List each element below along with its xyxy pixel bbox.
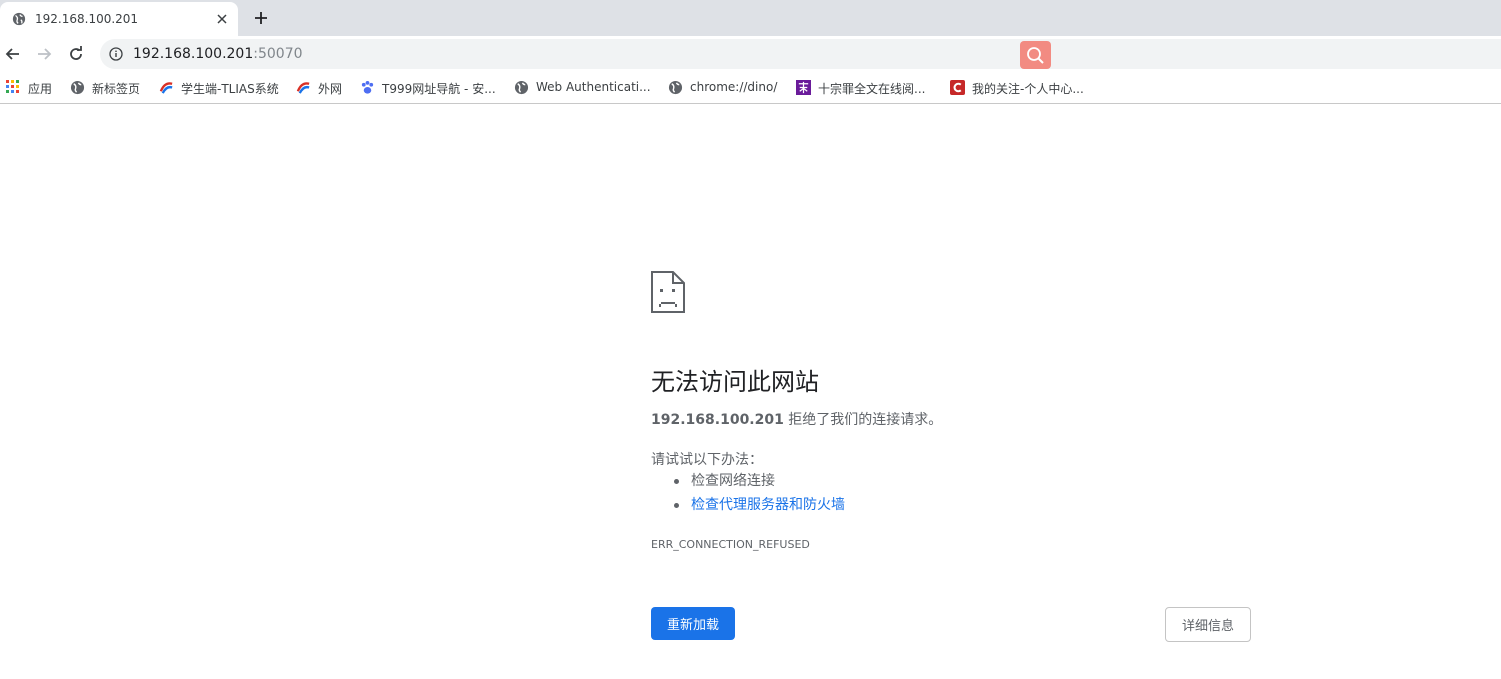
red-c-icon <box>950 80 965 95</box>
globe-icon <box>668 80 683 95</box>
tlias-logo-icon <box>296 82 310 94</box>
plus-icon[interactable] <box>252 9 270 27</box>
info-icon[interactable] <box>109 47 123 61</box>
url-text[interactable]: 192.168.100.201:50070 <box>133 46 303 62</box>
suggestion-text: 检查网络连接 <box>691 473 775 489</box>
address-bar[interactable]: 192.168.100.201:50070 <box>100 39 1501 69</box>
error-description: 192.168.100.201 拒绝了我们的连接请求。 <box>651 409 942 429</box>
details-button[interactable]: 详细信息 <box>1165 607 1251 642</box>
browser-tab[interactable]: 192.168.100.201 <box>0 2 238 36</box>
page-title: 无法访问此网站 <box>651 368 819 396</box>
suggestions-list: 检查网络连接 检查代理服务器和防火墙 <box>674 471 845 519</box>
search-extension-button[interactable] <box>1020 41 1051 69</box>
bookmark-label: 我的关注-个人中心... <box>972 82 1084 96</box>
purple-book-icon <box>796 80 811 95</box>
toolbar: 192.168.100.201:50070 <box>0 36 1501 72</box>
bookmark-label: 外网 <box>318 82 343 96</box>
bookmark-label: 应用 <box>28 82 53 96</box>
apps-grid-icon <box>6 80 19 93</box>
bookmark-label: 学生端-TLIAS系统 <box>181 82 279 96</box>
url-port: :50070 <box>253 46 303 62</box>
sad-page-icon <box>651 271 685 313</box>
bookmark-label: Web Authenticati... <box>536 80 651 94</box>
back-arrow-icon[interactable] <box>3 44 23 64</box>
globe-icon <box>70 80 85 95</box>
bookmark-label: 十宗罪全文在线阅... <box>818 82 926 96</box>
tlias-logo-icon <box>159 82 173 94</box>
close-icon[interactable] <box>214 11 230 27</box>
bookmark-label: chrome://dino/ <box>690 80 778 94</box>
error-host: 192.168.100.201 <box>651 412 784 428</box>
tab-strip: 192.168.100.201 <box>0 0 1501 36</box>
bookmark-label: 新标签页 <box>92 82 141 96</box>
error-desc-suffix: 拒绝了我们的连接请求。 <box>783 412 943 428</box>
globe-icon <box>12 12 26 26</box>
url-host: 192.168.100.201 <box>133 46 254 62</box>
suggestion-check-proxy[interactable]: 检查代理服务器和防火墙 <box>674 495 845 519</box>
bookmark-label: T999网址导航 - 安... <box>382 82 496 96</box>
forward-arrow-icon[interactable] <box>34 44 54 64</box>
search-icon <box>1027 47 1044 64</box>
suggestion-check-network: 检查网络连接 <box>674 471 845 495</box>
globe-icon <box>514 80 529 95</box>
paw-icon <box>361 80 374 94</box>
bookmarks-bar: 应用 新标签页 学生端-TLIAS系统 外网 T999网址导航 - 安... W… <box>0 72 1501 104</box>
suggestion-link[interactable]: 检查代理服务器和防火墙 <box>691 497 845 513</box>
error-code: ERR_CONNECTION_REFUSED <box>651 538 810 551</box>
reload-icon[interactable] <box>66 44 86 64</box>
tab-title: 192.168.100.201 <box>35 12 139 26</box>
reload-button[interactable]: 重新加载 <box>651 607 735 640</box>
suggestions-heading: 请试试以下办法： <box>651 452 763 468</box>
